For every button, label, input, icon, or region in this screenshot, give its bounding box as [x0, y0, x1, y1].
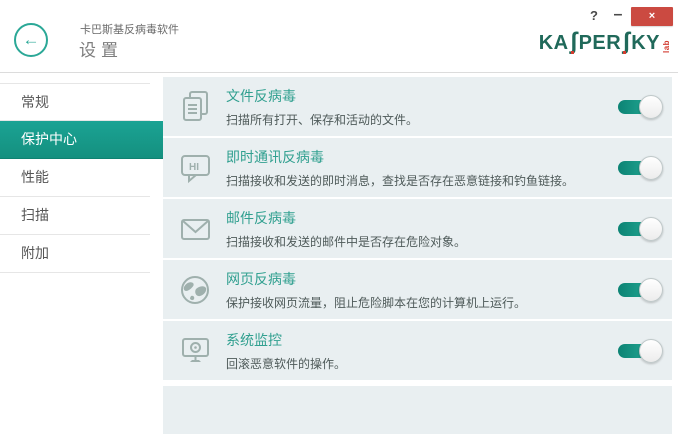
- mail-antivirus-toggle[interactable]: [618, 216, 663, 241]
- im-antivirus-toggle[interactable]: [618, 155, 663, 180]
- toggle-knob: [639, 155, 663, 180]
- protection-settings-list: 文件反病毒 扫描所有打开、保存和活动的文件。 HI 即时通讯反病毒 扫描接收和发…: [163, 77, 672, 434]
- system-watcher-icon: [178, 334, 214, 368]
- feature-description: 扫描接收和发送的即时消息，查找是否存在恶意链接和钓鱼链接。: [226, 174, 575, 188]
- system-watcher-toggle[interactable]: [618, 338, 663, 363]
- sidebar: 常规 保护中心 性能 扫描 附加: [0, 73, 163, 273]
- help-button[interactable]: ?: [585, 7, 603, 25]
- minimize-button[interactable]: –: [608, 7, 628, 25]
- kaspersky-settings-window: ← 卡巴斯基反病毒软件 设置 ? – × KA ʃ PER ʃ KY lab 常…: [0, 0, 678, 438]
- file-antivirus-icon: [178, 90, 214, 124]
- sidebar-item-scan[interactable]: 扫描: [0, 197, 150, 235]
- toggle-knob: [639, 94, 663, 119]
- sidebar-item-additional[interactable]: 附加: [0, 235, 150, 273]
- toggle-knob: [639, 277, 663, 302]
- page-title: 设置: [79, 41, 123, 60]
- web-antivirus-toggle[interactable]: [618, 277, 663, 302]
- logo-text: KA: [538, 32, 569, 54]
- web-antivirus-icon: [178, 273, 214, 307]
- kaspersky-logo: KA ʃ PER ʃ KY lab: [538, 28, 671, 55]
- sidebar-item-protection-center[interactable]: 保护中心: [0, 121, 163, 159]
- feature-row-file-antivirus: 文件反病毒 扫描所有打开、保存和活动的文件。: [163, 77, 672, 136]
- empty-settings-row: [163, 386, 672, 434]
- file-antivirus-toggle[interactable]: [618, 94, 663, 119]
- feature-row-system-watcher: 系统监控 回滚恶意软件的操作。: [163, 321, 672, 380]
- toggle-knob: [639, 216, 663, 241]
- sidebar-item-performance[interactable]: 性能: [0, 159, 150, 197]
- feature-title-im-antivirus[interactable]: 即时通讯反病毒: [226, 147, 618, 167]
- feature-title-web-antivirus[interactable]: 网页反病毒: [226, 269, 618, 289]
- logo-stylized-s: ʃ: [622, 28, 631, 55]
- toggle-knob: [639, 338, 663, 363]
- feature-description: 保护接收网页流量，阻止危险脚本在您的计算机上运行。: [226, 296, 527, 310]
- im-icon-text: HI: [189, 162, 199, 173]
- mail-antivirus-icon: [178, 212, 214, 246]
- feature-title-file-antivirus[interactable]: 文件反病毒: [226, 86, 618, 106]
- app-title: 卡巴斯基反病毒软件: [80, 24, 179, 36]
- feature-description: 扫描接收和发送的邮件中是否存在危险对象。: [226, 235, 467, 249]
- feature-title-mail-antivirus[interactable]: 邮件反病毒: [226, 208, 618, 228]
- logo-stylized-s: ʃ: [569, 28, 578, 55]
- header: ← 卡巴斯基反病毒软件 设置 ? – × KA ʃ PER ʃ KY lab: [0, 0, 678, 73]
- logo-lab-text: lab: [662, 39, 671, 53]
- logo-text: PER: [578, 32, 622, 54]
- feature-description: 扫描所有打开、保存和活动的文件。: [226, 113, 419, 127]
- back-arrow-icon: ←: [22, 30, 40, 49]
- feature-row-im-antivirus: HI 即时通讯反病毒 扫描接收和发送的即时消息，查找是否存在恶意链接和钓鱼链接。: [163, 138, 672, 197]
- back-button[interactable]: ←: [14, 23, 48, 57]
- feature-description: 回滚恶意软件的操作。: [226, 357, 347, 371]
- feature-title-system-watcher[interactable]: 系统监控: [226, 330, 618, 350]
- im-antivirus-icon: HI: [178, 151, 214, 185]
- feature-row-mail-antivirus: 邮件反病毒 扫描接收和发送的邮件中是否存在危险对象。: [163, 199, 672, 258]
- sidebar-item-general[interactable]: 常规: [0, 83, 150, 121]
- feature-row-web-antivirus: 网页反病毒 保护接收网页流量，阻止危险脚本在您的计算机上运行。: [163, 260, 672, 319]
- logo-text: KY: [631, 32, 660, 54]
- close-button[interactable]: ×: [631, 7, 673, 26]
